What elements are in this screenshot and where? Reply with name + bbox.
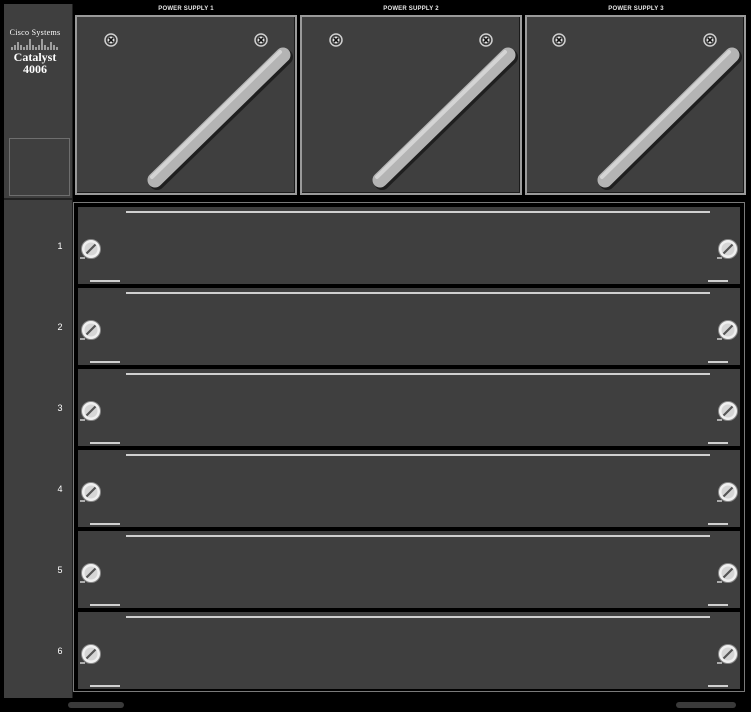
left-panel — [4, 4, 73, 698]
slot-2[interactable] — [78, 288, 740, 365]
power-supply-1-label: POWER SUPPLY 1 — [158, 6, 214, 12]
screw-icon[interactable] — [717, 643, 739, 665]
slot-4[interactable] — [78, 450, 740, 527]
screw-icon[interactable] — [717, 481, 739, 503]
screw-icon[interactable] — [80, 562, 102, 584]
indicator-panel — [9, 138, 70, 196]
chassis-foot — [676, 702, 736, 708]
slot-tab — [90, 604, 120, 606]
slot-3-number: 3 — [57, 403, 63, 413]
slot-tab — [708, 442, 728, 444]
slot-rail — [126, 535, 710, 537]
slot-rail — [126, 454, 710, 456]
switch-chassis: Cisco Systems Catalyst 4006 POWER SUPPLY… — [0, 0, 751, 712]
slot-tab — [90, 280, 120, 282]
slot-tab — [90, 685, 120, 687]
screw-icon[interactable] — [717, 238, 739, 260]
slot-rail — [126, 373, 710, 375]
slot-tab — [90, 523, 120, 525]
slot-tab — [708, 685, 728, 687]
cisco-bridge-icon — [11, 39, 58, 50]
screw-icon[interactable] — [80, 481, 102, 503]
slot-1-number: 1 — [57, 241, 63, 251]
power-supply-2-label: POWER SUPPLY 2 — [383, 6, 439, 12]
slot-tab — [708, 604, 728, 606]
screw-icon[interactable] — [717, 562, 739, 584]
brand-model-number: 4006 — [23, 62, 47, 76]
slot-1[interactable] — [78, 207, 740, 284]
slot-4-number: 4 — [57, 484, 63, 494]
slot-tab — [90, 442, 120, 444]
slot-6[interactable] — [78, 612, 740, 689]
screw-icon[interactable] — [80, 643, 102, 665]
power-supply-1[interactable] — [75, 15, 297, 195]
chassis-foot — [68, 702, 124, 708]
brand-logo: Cisco Systems Catalyst 4006 — [4, 28, 66, 75]
slot-rail — [126, 616, 710, 618]
brand-company: Cisco Systems — [9, 28, 61, 37]
screw-icon[interactable] — [717, 400, 739, 422]
handle-icon[interactable] — [302, 17, 520, 193]
slot-tab — [708, 523, 728, 525]
power-supply-3-label: POWER SUPPLY 3 — [608, 6, 664, 12]
slot-3[interactable] — [78, 369, 740, 446]
slot-2-number: 2 — [57, 322, 63, 332]
power-supply-2[interactable] — [300, 15, 522, 195]
slot-tab — [90, 361, 120, 363]
handle-icon[interactable] — [527, 17, 744, 193]
screw-icon[interactable] — [717, 319, 739, 341]
screw-icon[interactable] — [80, 319, 102, 341]
screw-icon[interactable] — [80, 400, 102, 422]
handle-icon[interactable] — [77, 17, 295, 193]
slot-5-number: 5 — [57, 565, 63, 575]
slot-5[interactable] — [78, 531, 740, 608]
slot-tab — [708, 361, 728, 363]
slot-tab — [708, 280, 728, 282]
slot-rail — [126, 211, 710, 213]
slot-6-number: 6 — [57, 646, 63, 656]
power-supply-3[interactable] — [525, 15, 746, 195]
slot-rail — [126, 292, 710, 294]
screw-icon[interactable] — [80, 238, 102, 260]
left-panel-divider — [4, 198, 72, 200]
